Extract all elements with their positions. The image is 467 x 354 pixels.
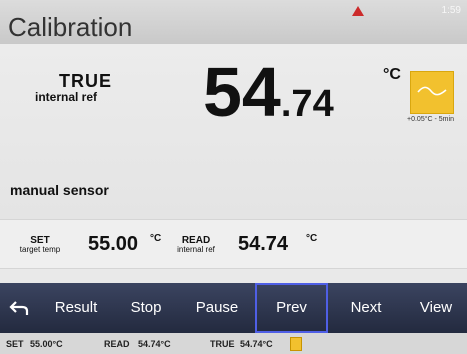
temperature-integer: 54	[203, 53, 281, 131]
status-read-label: READ	[104, 339, 130, 349]
navigation-bar: Result Stop Pause Prev Next View	[0, 283, 467, 333]
pause-button[interactable]: Pause	[180, 283, 254, 333]
manual-sensor-label: manual sensor	[10, 182, 109, 198]
temperature-unit: °C	[383, 66, 401, 83]
trend-label: +0.05°C - 5min	[407, 116, 454, 123]
status-bar: SET 55.00°C READ 54.74°C TRUE 54.74°C	[0, 333, 467, 354]
trend-tile[interactable]	[410, 71, 454, 114]
back-arrow-icon[interactable]	[9, 299, 29, 317]
set-value[interactable]: 55.00	[88, 233, 138, 256]
main-temperature: 54.74	[203, 52, 334, 132]
read-value: 54.74	[238, 233, 289, 255]
read-unit: °C	[306, 233, 318, 244]
page-title: Calibration	[8, 12, 133, 42]
read-label-block: READ internal ref	[160, 235, 232, 255]
true-label: TRUE	[59, 71, 112, 91]
main-reading-panel: TRUE internal ref 54.74 °C +0.05°C - 5mi…	[0, 44, 467, 219]
title-bar: Calibration 1:59	[0, 0, 467, 44]
target-temp-label: target temp	[19, 245, 61, 254]
clock-readout: 1:59	[441, 5, 461, 16]
next-button[interactable]: Next	[330, 283, 402, 333]
status-true-label: TRUE	[210, 339, 235, 349]
prev-button[interactable]: Prev	[255, 283, 328, 333]
status-set-value: 55.00°C	[30, 339, 63, 349]
read-label: READ	[181, 235, 211, 246]
internal-ref-label: internal ref	[35, 90, 98, 104]
status-true-value: 54.74°C	[240, 339, 273, 349]
calibration-screen: Calibration 1:59 TRUE internal ref 54.74…	[0, 0, 467, 354]
status-set-label: SET	[6, 339, 24, 349]
alarm-triangle-icon	[352, 6, 364, 16]
set-read-row: SET target temp 55.00 °C READ internal r…	[0, 219, 467, 269]
status-indicator-square	[290, 337, 302, 351]
set-label: SET	[30, 235, 50, 246]
read-internal-ref-label: internal ref	[177, 245, 215, 254]
status-read-value: 54.74°C	[138, 339, 171, 349]
temperature-decimal: .74	[280, 83, 334, 125]
trend-wave-icon	[417, 86, 447, 96]
result-button[interactable]: Result	[35, 283, 117, 333]
view-button[interactable]: View	[405, 283, 467, 333]
set-label-block: SET target temp	[8, 235, 72, 255]
stop-button[interactable]: Stop	[117, 283, 175, 333]
